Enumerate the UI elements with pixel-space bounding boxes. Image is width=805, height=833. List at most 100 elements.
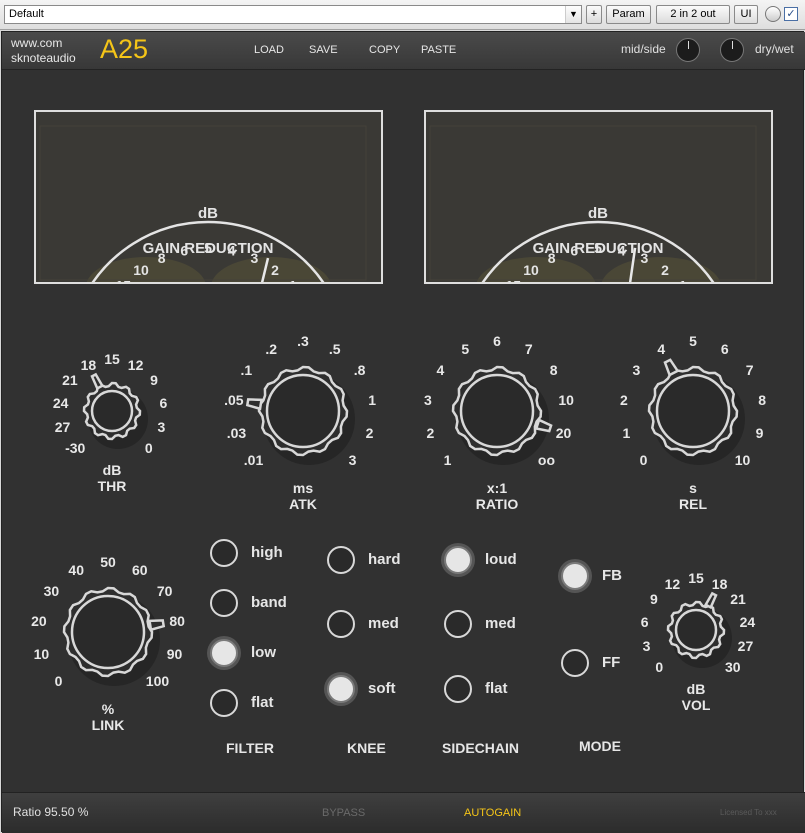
load-button[interactable]: LOAD: [254, 44, 284, 56]
meter-scale-label: 1: [289, 278, 297, 282]
save-button[interactable]: SAVE: [309, 44, 338, 56]
drywet-knob[interactable]: [720, 38, 744, 62]
ratio-knob[interactable]: [439, 353, 555, 469]
thr-scale-label: 3: [157, 419, 166, 436]
link-scale-label: 90: [166, 645, 183, 662]
mode-group-title: MODE: [579, 738, 621, 754]
vol-knob[interactable]: [654, 588, 738, 672]
meter-scale-label: 15: [115, 278, 131, 282]
ratio-unit: x:1: [486, 480, 508, 496]
thr-scale-label: 27: [54, 419, 71, 436]
mode-option-label[interactable]: FF: [602, 654, 620, 671]
preset-dropdown[interactable]: Default ▼: [4, 5, 582, 24]
mode-option-label[interactable]: FB: [602, 567, 622, 584]
rel-knob-pointer: [663, 358, 680, 377]
thr-knob-pointer: [90, 372, 105, 391]
knee-radio-soft[interactable]: [327, 675, 355, 703]
filter-option-label[interactable]: high: [251, 544, 283, 561]
mode-radio-ff[interactable]: [561, 649, 589, 677]
filter-option-label[interactable]: flat: [251, 694, 274, 711]
preset-value: Default: [9, 8, 44, 20]
paste-button[interactable]: PASTE: [421, 44, 456, 56]
drywet-label: dry/wet: [755, 42, 794, 56]
gain-reduction-meter-left: 20151086543210dBGAIN REDUCTION: [34, 110, 383, 284]
link-knob[interactable]: [50, 574, 166, 690]
vol-knob-cap: [674, 608, 718, 652]
plugin-header: www.com sknoteaudio A25 LOAD SAVE COPY P…: [2, 32, 805, 70]
brand-name: sknoteaudio: [11, 51, 76, 65]
midside-knob[interactable]: [676, 38, 700, 62]
sidechain-option-label[interactable]: loud: [485, 551, 517, 568]
filter-option-label[interactable]: band: [251, 594, 287, 611]
io-config-button[interactable]: 2 in 2 out: [656, 5, 730, 24]
chevron-down-icon[interactable]: ▼: [565, 6, 581, 23]
rel-scale-label: 9: [755, 424, 764, 441]
atk-scale-label: 2: [365, 424, 374, 441]
vol-scale-label: 27: [737, 638, 754, 655]
meter-scale-label: 10: [523, 262, 539, 278]
gain-reduction-meter-right: 20151086543210dBGAIN REDUCTION: [424, 110, 773, 284]
atk-knob[interactable]: [245, 353, 361, 469]
plugin-panel: www.com sknoteaudio A25 LOAD SAVE COPY P…: [1, 31, 805, 833]
knee-radio-hard[interactable]: [327, 546, 355, 574]
sidechain-radio-flat[interactable]: [444, 675, 472, 703]
rel-knob-cap: [655, 373, 731, 449]
copy-button[interactable]: COPY: [369, 44, 400, 56]
add-preset-button[interactable]: +: [586, 5, 602, 24]
host-toolbar: Default ▼ + Param 2 in 2 out UI ✓: [0, 0, 805, 30]
atk-label: ATK: [289, 496, 317, 512]
status-text: Ratio 95.50 %: [13, 805, 89, 819]
ui-button[interactable]: UI: [734, 5, 758, 24]
sidechain-group-title: SIDECHAIN: [442, 740, 520, 756]
filter-option-label[interactable]: low: [251, 644, 276, 661]
link-scale-label: 80: [169, 613, 185, 630]
knee-option-label[interactable]: med: [368, 615, 399, 632]
rel-scale-label: 1: [622, 424, 631, 441]
link-label: LINK: [91, 717, 125, 733]
meter-scale-label: 2: [271, 262, 279, 278]
thr-scale-label: 24: [52, 394, 69, 411]
ratio-scale-label: 2: [426, 424, 435, 441]
ratio-scale-label: 10: [558, 392, 574, 409]
meter-title: GAIN REDUCTION: [143, 240, 274, 257]
param-button[interactable]: Param: [606, 5, 651, 24]
knee-radio-med[interactable]: [327, 610, 355, 638]
sidechain-radio-loud[interactable]: [444, 546, 472, 574]
meter-face: 20151086543210dBGAIN REDUCTION: [39, 125, 367, 282]
knee-option-label[interactable]: hard: [368, 551, 401, 568]
filter-radio-high[interactable]: [210, 539, 238, 567]
knee-option-label[interactable]: soft: [368, 680, 396, 697]
autogain-button[interactable]: AUTOGAIN: [464, 807, 521, 819]
filter-radio-low[interactable]: [210, 639, 238, 667]
filter-group-title: FILTER: [226, 740, 274, 756]
vol-label: VOL: [681, 697, 711, 713]
rel-scale-label: 5: [689, 333, 697, 349]
rel-knob[interactable]: [635, 353, 751, 469]
plugin-footer: Ratio 95.50 % BYPASS AUTOGAIN Licensed T…: [2, 792, 805, 833]
meter-scale-label: 15: [505, 278, 521, 282]
vol-scale-label: 24: [739, 613, 756, 630]
enable-checkbox[interactable]: ✓: [784, 7, 798, 21]
thr-label: THR: [97, 478, 127, 494]
mode-radio-fb[interactable]: [561, 562, 589, 590]
meter-title: GAIN REDUCTION: [533, 240, 664, 257]
bypass-button[interactable]: BYPASS: [322, 807, 365, 819]
thr-knob[interactable]: [70, 369, 154, 453]
sidechain-option-label[interactable]: flat: [485, 680, 508, 697]
atk-scale-label: .03: [226, 424, 247, 441]
link-unit: %: [101, 701, 115, 717]
link-scale-label: 50: [100, 554, 116, 570]
product-name: A25: [100, 34, 149, 64]
midside-label: mid/side: [621, 42, 666, 56]
rel-scale-label: 8: [758, 392, 767, 409]
link-scale-label: 10: [33, 645, 50, 662]
thr-scale-label: 6: [159, 394, 168, 411]
filter-radio-flat[interactable]: [210, 689, 238, 717]
host-knob-icon[interactable]: [765, 6, 781, 22]
sidechain-option-label[interactable]: med: [485, 615, 516, 632]
ratio-scale-label: 6: [493, 333, 501, 349]
vol-scale-label: 6: [640, 613, 649, 630]
sidechain-radio-med[interactable]: [444, 610, 472, 638]
filter-radio-band[interactable]: [210, 589, 238, 617]
atk-scale-label: .3: [297, 333, 309, 349]
